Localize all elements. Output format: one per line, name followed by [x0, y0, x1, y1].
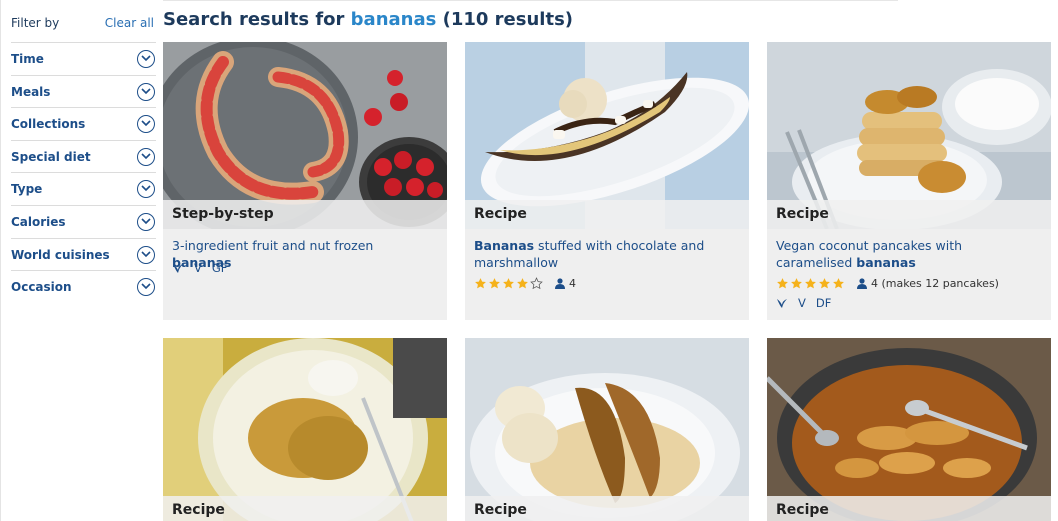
servings-text: 4 (makes 12 pancakes): [871, 277, 999, 290]
card-type-label: Recipe: [776, 502, 829, 518]
chevron-down-icon[interactable]: [137, 180, 155, 199]
title-keyword: Bananas: [474, 238, 535, 253]
card-title-link[interactable]: Bananas stuffed with chocolate and marsh…: [474, 238, 736, 271]
star-rating: [474, 277, 543, 290]
card-type-label: Recipe: [474, 206, 527, 222]
person-icon: [857, 278, 867, 289]
results-prefix: Search results for: [163, 9, 351, 30]
clear-all-link[interactable]: Clear all: [105, 16, 154, 30]
recipe-image[interactable]: [163, 338, 447, 521]
diet-tag: GF: [211, 261, 228, 275]
recipe-card[interactable]: Recipe Vegan coconut pancakes with caram…: [767, 42, 1051, 320]
star-filled-icon: [489, 278, 500, 289]
star-filled-icon: [833, 278, 844, 289]
results-count: (110 results): [442, 9, 574, 30]
star-filled-icon: [805, 278, 816, 289]
recipe-card[interactable]: Step-by-step 3-ingredient fruit and nut …: [163, 42, 447, 320]
filter-heading: Filter by: [11, 16, 60, 30]
diet-tag: DF: [815, 296, 832, 310]
filter-sidebar: Filter by Clear all Time Meals Collectio…: [0, 0, 160, 521]
recipe-image[interactable]: [767, 338, 1051, 521]
title-text: 3-ingredient fruit and nut frozen: [172, 238, 374, 253]
chevron-down-icon[interactable]: [137, 278, 155, 297]
filter-type[interactable]: Type: [11, 172, 156, 205]
filter-label: Type: [11, 182, 43, 197]
chevron-down-icon[interactable]: [137, 245, 155, 264]
recipe-card[interactable]: Recipe: [465, 338, 749, 521]
card-type-band: Recipe: [767, 496, 1051, 521]
filter-label: Occasion: [11, 280, 72, 295]
filter-header: Filter by Clear all: [11, 14, 156, 36]
top-divider: [163, 0, 898, 1]
star-filled-icon: [819, 278, 830, 289]
card-type-label: Recipe: [474, 502, 527, 518]
chevron-down-icon[interactable]: [137, 82, 155, 101]
recipe-image[interactable]: [465, 338, 749, 521]
filter-label: Meals: [11, 84, 51, 99]
star-empty-icon: [530, 277, 543, 290]
servings-text: 4: [569, 277, 576, 290]
diet-tag: V: [194, 261, 202, 275]
filter-label: Special diet: [11, 149, 91, 164]
recipe-card[interactable]: Recipe Bananas stuffed with chocolate an…: [465, 42, 749, 320]
star-filled-icon: [475, 278, 486, 289]
star-rating: [776, 277, 845, 290]
dietary-tags: V GF: [172, 261, 227, 275]
filter-meals[interactable]: Meals: [11, 74, 156, 108]
filter-label: World cuisines: [11, 247, 110, 262]
chevron-down-icon[interactable]: [137, 115, 155, 134]
person-icon: [555, 278, 565, 289]
card-type-band: Recipe: [465, 200, 749, 229]
filter-calories[interactable]: Calories: [11, 204, 156, 238]
card-type-band: Recipe: [163, 496, 447, 521]
chevron-down-icon[interactable]: [137, 50, 155, 68]
card-type-band: Step-by-step: [163, 200, 447, 229]
filter-label: Collections: [11, 117, 86, 132]
chevron-down-icon[interactable]: [137, 147, 155, 166]
card-title-link[interactable]: Vegan coconut pancakes with caramelised …: [776, 238, 1038, 271]
rating-row: 4 (makes 12 pancakes): [776, 277, 999, 290]
star-filled-icon: [503, 278, 514, 289]
card-type-band: Recipe: [767, 200, 1051, 229]
dietary-tags: V DF: [776, 296, 831, 310]
filter-world-cuisines[interactable]: World cuisines: [11, 237, 156, 271]
filter-occasion[interactable]: Occasion: [11, 270, 156, 303]
title-keyword: bananas: [856, 254, 916, 270]
star-filled-icon: [791, 278, 802, 289]
card-type-band: Recipe: [465, 496, 749, 521]
filter-label: Calories: [11, 214, 66, 229]
chevron-down-icon[interactable]: [137, 212, 155, 231]
diet-tag: V: [798, 296, 806, 310]
search-results-heading: Search results for bananas (110 results): [163, 9, 573, 30]
recipe-card[interactable]: Recipe: [163, 338, 447, 521]
rating-row: 4: [474, 277, 576, 290]
search-term: bananas: [350, 9, 437, 30]
filter-label: Time: [11, 52, 44, 66]
star-filled-icon: [777, 278, 788, 289]
filter-list: Time Meals Collections Special diet Type…: [11, 42, 156, 303]
card-type-label: Recipe: [776, 206, 829, 222]
filter-special-diet[interactable]: Special diet: [11, 139, 156, 173]
vegan-leaf-icon: [173, 264, 183, 273]
filter-time[interactable]: Time: [11, 42, 156, 75]
card-type-label: Step-by-step: [172, 206, 274, 222]
card-type-label: Recipe: [172, 502, 225, 518]
star-filled-icon: [517, 278, 528, 289]
filter-collections[interactable]: Collections: [11, 107, 156, 140]
recipe-card[interactable]: Recipe: [767, 338, 1051, 521]
vegan-leaf-icon: [777, 299, 787, 308]
